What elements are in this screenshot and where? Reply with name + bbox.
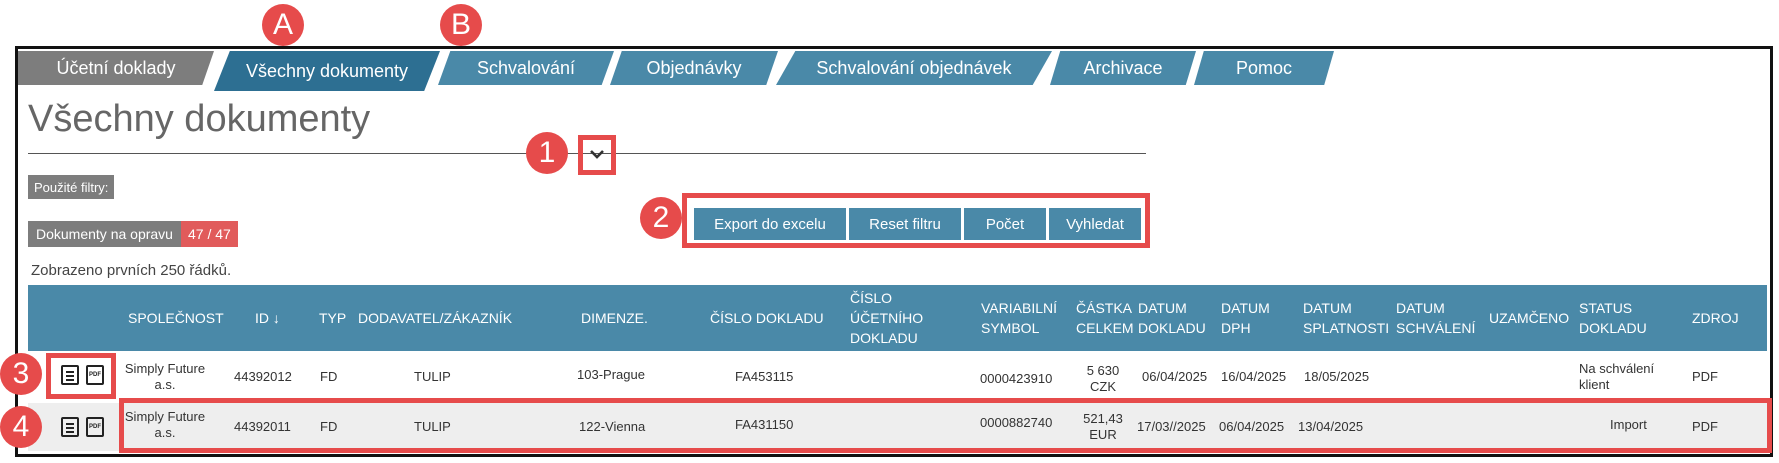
reset-filter-button[interactable]: Reset filtru [849,208,961,240]
column-header-supplier[interactable]: DODAVATEL/ZÁKAZNÍK [358,308,512,328]
annotation-badge-4: 4 [0,406,42,448]
cell-source: PDF [1692,369,1718,384]
chevron-down-icon [590,150,604,159]
column-header-approval-date[interactable]: DATUM SCHVÁLENÍ [1396,298,1478,338]
column-header-doc-no[interactable]: ČÍSLO DOKLADU [710,308,824,328]
documents-to-repair-count: 47 / 47 [181,221,238,247]
detail-list-icon[interactable] [61,417,79,437]
annotation-badge-1: 1 [526,132,568,174]
column-header-company[interactable]: SPOLEČNOST [128,308,224,328]
cell-amount: 5 630 CZK [1086,363,1120,394]
column-header-source[interactable]: ZDROJ [1692,308,1739,328]
cell-id: 44392012 [234,369,292,384]
tab-objednavky[interactable]: Objednávky [610,51,778,85]
rows-shown-note: Zobrazeno prvních 250 řádků. [31,262,232,279]
annotation-badge-a: A [262,4,304,46]
search-button[interactable]: Vyhledat [1049,208,1141,240]
cell-dimension: 103-Prague [577,367,645,382]
annotation-badge-3: 3 [0,353,42,395]
cell-supplier: TULIP [414,369,451,384]
documents-to-repair-label[interactable]: Dokumenty na opravu [28,221,181,247]
column-header-locked[interactable]: UZAMČENO [1489,308,1569,328]
column-header-id[interactable]: ID ↓ [255,308,280,328]
annotation-badge-2: 2 [640,197,682,239]
tab-archivace[interactable]: Archivace [1050,51,1196,85]
column-header-amount[interactable]: ČÁSTKA CELKEM [1076,298,1136,338]
column-header-type[interactable]: TYP [319,308,346,328]
cell-company: Simply Future a.s. [124,361,206,392]
applied-filters-label: Použité filtry: [28,175,115,199]
cell-vat-date: 16/04/2025 [1221,369,1287,384]
cell-doc-date: 06/04/2025 [1142,369,1208,384]
annotation-box-3 [46,353,116,399]
tab-ucetni-doklady[interactable]: Účetní doklady [18,51,214,85]
column-header-doc-date[interactable]: DATUM DOKLADU [1138,298,1214,338]
tab-schvalovani[interactable]: Schvalování [438,51,614,85]
count-button[interactable]: Počet [964,208,1046,240]
page-title: Všechny dokumenty [28,98,371,140]
expand-filters-toggle[interactable] [586,143,608,165]
tab-vsechny-dokumenty[interactable]: Všechny dokumenty [214,51,440,91]
cell-due-date: 18/05/2025 [1304,369,1370,384]
cell-var-symbol: 0000423910 [980,371,1053,386]
export-excel-button[interactable]: Export do excelu [694,208,846,240]
cell-type: FD [320,369,338,384]
annotation-box-4 [119,398,1772,453]
column-header-due-date[interactable]: DATUM SPLATNOSTI [1303,298,1393,338]
cell-doc-no: FA453115 [735,369,794,384]
table-row[interactable]: Simply Future a.s. 44392012 FD TULIP 103… [28,351,1767,403]
column-header-acc-no[interactable]: ČÍSLO ÚČETNÍHO DOKLADU [850,288,932,348]
cell-status: Na schválení klient [1579,361,1655,392]
column-header-vat-date[interactable]: DATUM DPH [1221,298,1277,338]
annotation-badge-b: B [440,4,482,46]
column-header-var-symbol[interactable]: VARIABILNÍ SYMBOL [981,298,1065,338]
tab-schvalovani-objednavek[interactable]: Schvalování objednávek [776,51,1052,85]
pdf-file-icon[interactable]: PDF [86,417,104,437]
column-header-status[interactable]: STATUS DOKLADU [1579,298,1655,338]
table-header: SPOLEČNOST ID ↓ TYP DODAVATEL/ZÁKAZNÍK D… [28,285,1767,351]
tab-pomoc[interactable]: Pomoc [1194,51,1334,85]
column-header-dimension[interactable]: DIMENZE. [581,308,648,328]
